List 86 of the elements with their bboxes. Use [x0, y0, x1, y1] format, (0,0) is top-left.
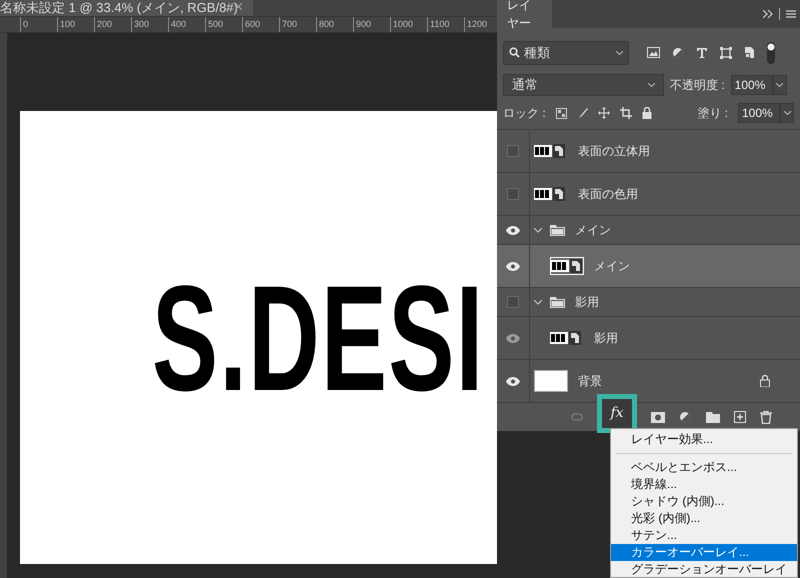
- layer-name: メイン: [594, 258, 630, 276]
- smart-object-thumbnail: [534, 142, 568, 160]
- new-layer-icon[interactable]: [734, 411, 746, 424]
- layer-name: メイン: [575, 222, 611, 240]
- ruler-label: 900: [356, 19, 372, 29]
- menu-item[interactable]: レイヤー効果...: [611, 431, 797, 448]
- layer-row[interactable]: メイン: [497, 216, 800, 246]
- layer-name: 表面の色用: [578, 186, 638, 204]
- ruler-label: 600: [245, 19, 260, 29]
- folder-icon[interactable]: [706, 412, 720, 423]
- ruler-label: 100: [60, 19, 76, 29]
- document-tab[interactable]: 名称未設定 1 @ 33.4% (メイン, RGB/8#): [0, 0, 253, 16]
- ruler-label: 0: [23, 19, 28, 29]
- menu-item[interactable]: シャドウ (内側)...: [611, 493, 797, 510]
- collapse-icon[interactable]: [763, 10, 773, 18]
- eye-icon[interactable]: [506, 334, 520, 343]
- layer-name: 影用: [594, 330, 618, 348]
- ruler-label: 200: [97, 19, 112, 29]
- fx-button[interactable]: fx: [597, 394, 637, 433]
- visibility-checkbox[interactable]: [507, 296, 519, 308]
- half-circle-icon[interactable]: [672, 46, 684, 59]
- layer-row[interactable]: 表面の立体用: [497, 130, 800, 174]
- close-icon[interactable]: [235, 3, 242, 10]
- crop-icon[interactable]: [620, 107, 632, 120]
- menu-item[interactable]: グラデーションオーバーレイ: [611, 561, 797, 577]
- move-icon[interactable]: [598, 107, 610, 120]
- lock-icon[interactable]: [642, 107, 652, 120]
- opacity-label: 不透明度 :: [670, 76, 725, 94]
- eye-icon[interactable]: [506, 262, 520, 271]
- layer-row[interactable]: 影用: [497, 317, 800, 360]
- trash-icon[interactable]: [760, 410, 772, 424]
- chevron-icon[interactable]: [534, 300, 542, 305]
- caret-icon: [616, 50, 623, 55]
- menu-item[interactable]: 境界線...: [611, 476, 797, 493]
- ruler-label: 400: [171, 19, 186, 29]
- fill-field[interactable]: 100%: [738, 103, 780, 124]
- ruler-label: 300: [134, 19, 150, 29]
- layer-name: 表面の立体用: [578, 143, 650, 160]
- ruler-label: 1000: [393, 19, 414, 29]
- menu-icon[interactable]: [786, 10, 796, 18]
- layer-name: 背景: [578, 373, 602, 390]
- layer-row[interactable]: メイン: [497, 245, 800, 288]
- filter-dropdown[interactable]: 種類: [503, 40, 629, 65]
- blend-mode-dropdown[interactable]: 通常: [503, 74, 664, 96]
- panel-tab[interactable]: レイヤー: [497, 0, 552, 28]
- fill-label: 塗り :: [697, 105, 728, 122]
- menu-item[interactable]: ベベルとエンボス...: [611, 459, 797, 476]
- layer-row[interactable]: 影用: [497, 288, 800, 318]
- document-icon[interactable]: [744, 46, 755, 60]
- chevron-icon[interactable]: [534, 228, 542, 233]
- type-icon[interactable]: [696, 46, 708, 59]
- layer-thumbnail: [534, 370, 568, 392]
- smart-object-thumbnail: [550, 257, 584, 276]
- layer-name: 影用: [575, 294, 599, 312]
- ruler-label: 500: [208, 19, 224, 29]
- caret-icon[interactable]: [776, 82, 784, 87]
- visibility-checkbox[interactable]: [507, 188, 519, 200]
- opacity-field[interactable]: 100%: [730, 74, 773, 95]
- layer-row[interactable]: 背景: [497, 360, 800, 404]
- caret-icon: [648, 82, 655, 87]
- ruler-label: 1200: [467, 19, 488, 29]
- canvas-text: S.DESI: [152, 262, 485, 412]
- menu-item[interactable]: カラーオーバーレイ...: [611, 544, 797, 561]
- mask-icon[interactable]: [651, 412, 665, 423]
- eye-icon[interactable]: [506, 226, 520, 235]
- toggle-icon[interactable]: [767, 42, 775, 64]
- layer-row[interactable]: 表面の色用: [497, 173, 800, 216]
- ruler-label: 1100: [430, 19, 450, 29]
- eye-icon[interactable]: [506, 376, 520, 386]
- folder-icon: [550, 224, 565, 236]
- menu-item[interactable]: 光彩 (内側)...: [611, 510, 797, 527]
- search-icon: [509, 47, 520, 58]
- half-circle-icon[interactable]: [679, 410, 692, 424]
- caret-icon[interactable]: [784, 111, 790, 116]
- smart-object-thumbnail: [534, 185, 568, 204]
- lock-label: ロック :: [503, 105, 546, 122]
- visibility-checkbox[interactable]: [507, 145, 519, 158]
- ruler-label: 700: [282, 19, 298, 29]
- ruler-label: 800: [319, 19, 334, 29]
- image-icon[interactable]: [647, 47, 660, 58]
- transform-icon[interactable]: [720, 46, 732, 59]
- folder-icon: [550, 296, 565, 308]
- menu-item[interactable]: サテン...: [611, 527, 797, 544]
- brush-icon[interactable]: [576, 107, 588, 120]
- checker-icon[interactable]: [556, 108, 567, 119]
- smart-object-thumbnail: [550, 329, 584, 348]
